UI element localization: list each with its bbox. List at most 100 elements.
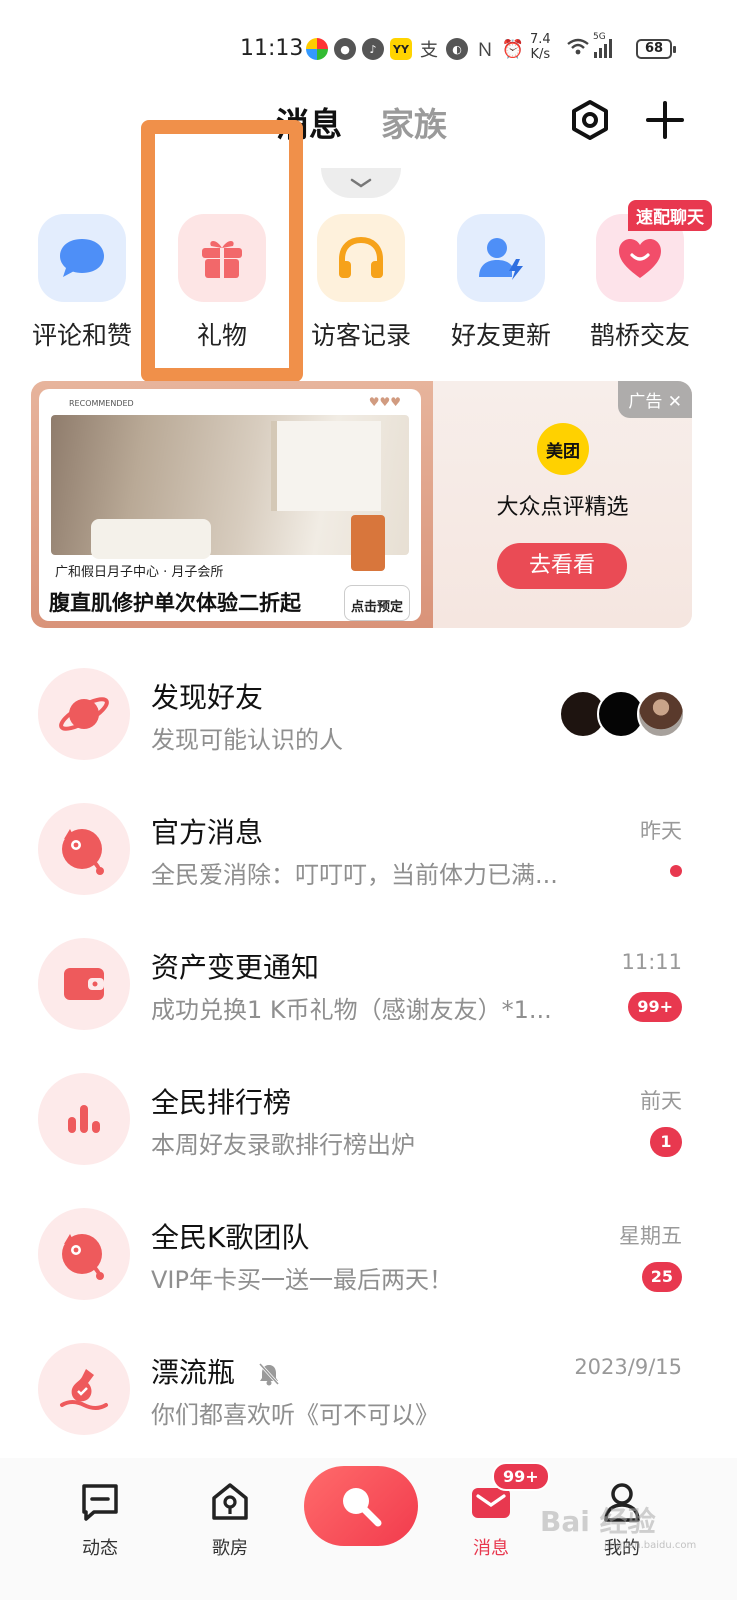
chevron-down-icon [350,178,372,188]
net-speed-unit: K/s [530,47,551,62]
avatar [637,690,685,738]
friend-update-icon [457,214,545,302]
list-item-title: 资产变更通知 [151,951,320,984]
suggested-friend-avatars [559,690,685,738]
yy-icon: YY [390,38,412,60]
mute-bell-icon [258,1362,280,1386]
list-item-subtitle: 本周好友录歌排行榜出炉 [151,1131,415,1159]
ad-banner[interactable]: RECOMMENDED ♥♥♥ 广和假日月子中心 · 月子会所 腹直肌修护单次体… [31,381,692,628]
audio-app-icon: ♪ [362,38,384,60]
nav-song-room[interactable]: 歌房 [180,1480,280,1560]
list-item-subtitle: 发现可能认识的人 [151,726,343,754]
hotel-room-photo [51,415,409,571]
list-item-time: 昨天 [640,819,682,843]
quick-entry-label: 好友更新 [450,321,551,350]
unread-dot [670,865,682,877]
list-item-title: 发现好友 [151,681,264,714]
baidu-watermark-url: jingyan.baidu.com [604,1540,697,1551]
list-item-team[interactable]: 全民K歌团队 VIP年卡买一送一最后两天！ 星期五 25 [0,1208,737,1318]
quick-entry-label: 访客记录 [310,321,411,350]
quick-entry-gifts[interactable]: 礼物 [162,214,282,352]
quick-entry-matchmaking[interactable]: 鹊桥交友 [580,214,700,352]
list-item-subtitle: 全民爱消除：叮叮叮，当前体力已满... [151,861,558,889]
nav-messages[interactable]: 消息 [441,1480,541,1560]
quick-entry-friend-updates[interactable]: 好友更新 [441,214,561,352]
alarm-icon: ⏰ [501,38,525,60]
ad-card: RECOMMENDED ♥♥♥ 广和假日月子中心 · 月子会所 腹直肌修护单次体… [39,389,421,621]
status-bar: 11:13 ● ♪ YY 支 ◐ Ｎ ⏰ 7.4 K/s 5G 68 [0,30,737,70]
unread-count-badge: 99+ [628,992,682,1022]
ad-close-tag[interactable]: 广告 ✕ [618,381,692,418]
hearts-icon: ♥♥♥ [368,395,401,409]
list-item-subtitle: 成功兑换1 K币礼物（感谢友友）*1... [151,996,552,1024]
unread-count-badge: 25 [641,1262,682,1292]
room-chair [351,515,385,571]
ad-subtitle: 广和假日月子中心 · 月子会所 [55,565,224,580]
net-speed-value: 7.4 [530,32,551,47]
wifi-icon [567,38,589,55]
list-item-official[interactable]: 官方消息 全民爱消除：叮叮叮，当前体力已满... 昨天 [0,803,737,913]
unread-count-badge: 1 [650,1127,682,1157]
list-item-title: 全民K歌团队 [151,1221,310,1254]
ad-brand-text: 大众点评精选 [496,495,629,520]
ad-image-panel: RECOMMENDED ♥♥♥ 广和假日月子中心 · 月子会所 腹直肌修护单次体… [31,381,433,628]
list-item-time: 2023/9/15 [574,1355,682,1379]
notification-icons: ● ♪ YY 支 ◐ Ｎ ⏰ [306,38,525,61]
list-item-time: 前天 [640,1089,682,1113]
quick-entry-label: 评论和赞 [31,321,132,350]
list-item-drift-bottle[interactable]: 漂流瓶 你们都喜欢听《可不可以》 2023/9/15 [0,1343,737,1453]
room-bed [91,519,211,559]
quick-entry-label: 鹊桥交友 [589,321,690,350]
room-window [271,421,381,511]
ad-title: 腹直肌修护单次体验二折起 [49,590,301,615]
list-item-asset-change[interactable]: 资产变更通知 成功兑换1 K币礼物（感谢友友）*1... 11:11 99+ [0,938,737,1048]
microphone-icon [343,1488,382,1527]
quick-entry-comments[interactable]: 评论和赞 [22,214,142,352]
quick-entries: 评论和赞 礼物 访客记录 好友更新 鹊桥交友 [0,214,737,354]
ad-brand-panel: 广告 ✕ 美团 大众点评精选 去看看 [433,381,692,628]
settings-hexagon-icon[interactable] [568,98,612,142]
unicom-icon: ◐ [446,38,468,60]
nav-label: 歌房 [212,1538,248,1559]
nav-feed[interactable]: 动态 [50,1480,150,1560]
app-notification-icon [306,38,328,60]
list-item-title-text: 漂流瓶 [151,1356,236,1389]
meituan-logo: 美团 [537,423,589,475]
nav-label: 消息 [473,1538,509,1559]
alipay-icon: 支 [420,40,438,61]
quick-entry-label: 礼物 [196,321,247,350]
list-item-ranking[interactable]: 全民排行榜 本周好友录歌排行榜出炉 前天 1 [0,1073,737,1183]
speed-chat-badge: 速配聊天 [628,200,712,231]
song-room-icon [212,1483,248,1520]
list-item-title: 漂流瓶 [151,1351,280,1391]
official-mascot-icon [38,803,130,895]
gift-icon [178,214,266,302]
ranking-bars-icon [38,1073,130,1165]
quick-entry-visitors[interactable]: 访客记录 [301,214,421,352]
signal-icon [594,38,612,58]
list-item-subtitle: 你们都喜欢听《可不可以》 [151,1401,439,1429]
pull-down-handle[interactable] [321,168,401,198]
baidu-watermark: Bai 经验 [540,1505,656,1538]
status-time: 11:13 [240,36,304,61]
ad-book-button[interactable]: 点击预定 [344,585,410,621]
tab-family[interactable]: 家族 [381,98,447,146]
list-item-title: 全民排行榜 [151,1086,292,1119]
wallet-icon [38,938,130,1030]
add-icon[interactable] [643,98,687,142]
comment-bubble-icon [38,214,126,302]
drift-bottle-icon [38,1343,130,1435]
list-item-time: 星期五 [619,1224,682,1248]
nfc-icon: Ｎ [476,40,494,61]
list-item-time: 11:11 [621,950,682,974]
planet-icon [38,668,130,760]
ad-cta-button[interactable]: 去看看 [497,543,627,589]
list-item-discover-friends[interactable]: 发现好友 发现可能认识的人 [0,668,737,778]
nav-label: 动态 [82,1538,118,1559]
sing-button[interactable] [304,1466,418,1546]
net-speed: 7.4 K/s [530,32,551,62]
ad-card-top-label: RECOMMENDED [69,399,134,408]
tab-messages[interactable]: 消息 [276,98,342,146]
wechat-icon: ● [334,38,356,60]
messages-badge: 99+ [492,1462,550,1491]
